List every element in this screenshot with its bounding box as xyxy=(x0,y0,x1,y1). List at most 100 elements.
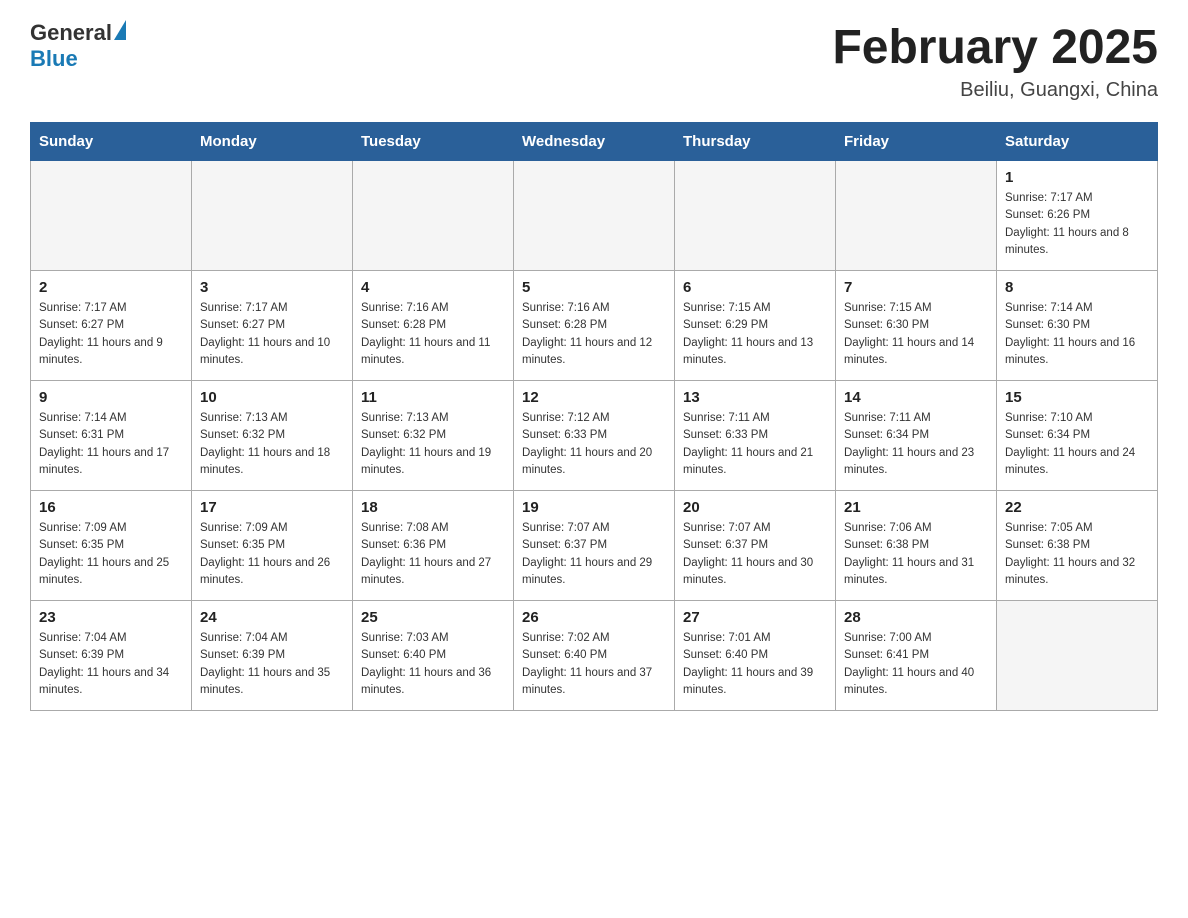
logo-triangle-icon xyxy=(114,20,126,40)
day-info: Sunrise: 7:09 AMSunset: 6:35 PMDaylight:… xyxy=(200,520,344,589)
day-info: Sunrise: 7:11 AMSunset: 6:33 PMDaylight:… xyxy=(683,410,827,479)
weekday-header-sunday: Sunday xyxy=(31,123,192,161)
day-number: 11 xyxy=(361,389,505,406)
weekday-header-monday: Monday xyxy=(192,123,353,161)
calendar-cell: 20 Sunrise: 7:07 AMSunset: 6:37 PMDayligh… xyxy=(675,491,836,601)
day-info: Sunrise: 7:09 AMSunset: 6:35 PMDaylight:… xyxy=(39,520,183,589)
calendar-cell: 26 Sunrise: 7:02 AMSunset: 6:40 PMDayligh… xyxy=(514,601,675,711)
day-info: Sunrise: 7:16 AMSunset: 6:28 PMDaylight:… xyxy=(522,300,666,369)
calendar-cell: 11 Sunrise: 7:13 AMSunset: 6:32 PMDayligh… xyxy=(353,381,514,491)
day-info: Sunrise: 7:17 AMSunset: 6:26 PMDaylight:… xyxy=(1005,190,1149,259)
day-info: Sunrise: 7:02 AMSunset: 6:40 PMDaylight:… xyxy=(522,630,666,699)
page-header: General Blue February 2025 Beiliu, Guang… xyxy=(30,20,1158,102)
day-number: 3 xyxy=(200,279,344,296)
calendar-cell: 13Sunrise: 7:11 AMSunset: 6:33 PMDayligh… xyxy=(675,381,836,491)
calendar-cell: 18 Sunrise: 7:08 AMSunset: 6:36 PMDayligh… xyxy=(353,491,514,601)
calendar-cell xyxy=(353,161,514,271)
day-number: 17 xyxy=(200,499,344,516)
calendar-cell xyxy=(997,601,1158,711)
weekday-header-friday: Friday xyxy=(836,123,997,161)
calendar-cell: 27Sunrise: 7:01 AMSunset: 6:40 PMDayligh… xyxy=(675,601,836,711)
weekday-header-tuesday: Tuesday xyxy=(353,123,514,161)
day-number: 5 xyxy=(522,279,666,296)
day-number: 8 xyxy=(1005,279,1149,296)
logo: General Blue xyxy=(30,20,126,72)
calendar-cell: 25 Sunrise: 7:03 AMSunset: 6:40 PMDayligh… xyxy=(353,601,514,711)
calendar-cell: 10Sunrise: 7:13 AMSunset: 6:32 PMDayligh… xyxy=(192,381,353,491)
weekday-header-wednesday: Wednesday xyxy=(514,123,675,161)
day-number: 20 xyxy=(683,499,827,516)
calendar-cell: 6 Sunrise: 7:15 AMSunset: 6:29 PMDaylight… xyxy=(675,271,836,381)
day-number: 7 xyxy=(844,279,988,296)
calendar-cell: 12Sunrise: 7:12 AMSunset: 6:33 PMDayligh… xyxy=(514,381,675,491)
calendar-header: SundayMondayTuesdayWednesdayThursdayFrid… xyxy=(31,123,1158,161)
day-number: 26 xyxy=(522,609,666,626)
day-number: 16 xyxy=(39,499,183,516)
calendar-cell: 1 Sunrise: 7:17 AMSunset: 6:26 PMDaylight… xyxy=(997,161,1158,271)
calendar-week-4: 16 Sunrise: 7:09 AMSunset: 6:35 PMDayligh… xyxy=(31,491,1158,601)
calendar-cell: 7Sunrise: 7:15 AMSunset: 6:30 PMDaylight… xyxy=(836,271,997,381)
calendar-cell: 24 Sunrise: 7:04 AMSunset: 6:39 PMDayligh… xyxy=(192,601,353,711)
day-info: Sunrise: 7:11 AMSunset: 6:34 PMDaylight:… xyxy=(844,410,988,479)
weekday-header-row: SundayMondayTuesdayWednesdayThursdayFrid… xyxy=(31,123,1158,161)
day-info: Sunrise: 7:13 AMSunset: 6:32 PMDaylight:… xyxy=(361,410,505,479)
day-number: 10 xyxy=(200,389,344,406)
day-info: Sunrise: 7:17 AMSunset: 6:27 PMDaylight:… xyxy=(200,300,344,369)
calendar-cell xyxy=(192,161,353,271)
day-number: 19 xyxy=(522,499,666,516)
day-number: 28 xyxy=(844,609,988,626)
day-number: 12 xyxy=(522,389,666,406)
calendar-cell xyxy=(514,161,675,271)
calendar-cell: 2 Sunrise: 7:17 AMSunset: 6:27 PMDaylight… xyxy=(31,271,192,381)
day-info: Sunrise: 7:07 AMSunset: 6:37 PMDaylight:… xyxy=(683,520,827,589)
day-info: Sunrise: 7:05 AMSunset: 6:38 PMDaylight:… xyxy=(1005,520,1149,589)
calendar-cell xyxy=(31,161,192,271)
logo-blue-text: Blue xyxy=(30,46,126,72)
calendar-cell: 15Sunrise: 7:10 AMSunset: 6:34 PMDayligh… xyxy=(997,381,1158,491)
calendar-cell: 9 Sunrise: 7:14 AMSunset: 6:31 PMDaylight… xyxy=(31,381,192,491)
title-block: February 2025 Beiliu, Guangxi, China xyxy=(832,20,1158,102)
calendar-cell: 8 Sunrise: 7:14 AMSunset: 6:30 PMDaylight… xyxy=(997,271,1158,381)
calendar-cell: 23 Sunrise: 7:04 AMSunset: 6:39 PMDayligh… xyxy=(31,601,192,711)
calendar-cell: 4 Sunrise: 7:16 AMSunset: 6:28 PMDaylight… xyxy=(353,271,514,381)
day-info: Sunrise: 7:16 AMSunset: 6:28 PMDaylight:… xyxy=(361,300,505,369)
calendar-subtitle: Beiliu, Guangxi, China xyxy=(832,79,1158,102)
day-number: 9 xyxy=(39,389,183,406)
calendar-week-3: 9 Sunrise: 7:14 AMSunset: 6:31 PMDaylight… xyxy=(31,381,1158,491)
calendar-body: 1 Sunrise: 7:17 AMSunset: 6:26 PMDaylight… xyxy=(31,161,1158,711)
day-info: Sunrise: 7:14 AMSunset: 6:31 PMDaylight:… xyxy=(39,410,183,479)
day-info: Sunrise: 7:04 AMSunset: 6:39 PMDaylight:… xyxy=(39,630,183,699)
day-info: Sunrise: 7:07 AMSunset: 6:37 PMDaylight:… xyxy=(522,520,666,589)
day-info: Sunrise: 7:15 AMSunset: 6:29 PMDaylight:… xyxy=(683,300,827,369)
calendar-cell xyxy=(675,161,836,271)
calendar-week-2: 2 Sunrise: 7:17 AMSunset: 6:27 PMDaylight… xyxy=(31,271,1158,381)
day-number: 4 xyxy=(361,279,505,296)
day-number: 27 xyxy=(683,609,827,626)
day-number: 22 xyxy=(1005,499,1149,516)
day-number: 2 xyxy=(39,279,183,296)
calendar-title: February 2025 xyxy=(832,20,1158,75)
calendar-table: SundayMondayTuesdayWednesdayThursdayFrid… xyxy=(30,122,1158,711)
day-info: Sunrise: 7:04 AMSunset: 6:39 PMDaylight:… xyxy=(200,630,344,699)
weekday-header-saturday: Saturday xyxy=(997,123,1158,161)
calendar-cell: 17 Sunrise: 7:09 AMSunset: 6:35 PMDayligh… xyxy=(192,491,353,601)
calendar-cell: 22 Sunrise: 7:05 AMSunset: 6:38 PMDayligh… xyxy=(997,491,1158,601)
calendar-cell: 3 Sunrise: 7:17 AMSunset: 6:27 PMDaylight… xyxy=(192,271,353,381)
day-info: Sunrise: 7:00 AMSunset: 6:41 PMDaylight:… xyxy=(844,630,988,699)
day-number: 24 xyxy=(200,609,344,626)
day-info: Sunrise: 7:14 AMSunset: 6:30 PMDaylight:… xyxy=(1005,300,1149,369)
day-number: 1 xyxy=(1005,169,1149,186)
calendar-cell: 16 Sunrise: 7:09 AMSunset: 6:35 PMDayligh… xyxy=(31,491,192,601)
day-info: Sunrise: 7:17 AMSunset: 6:27 PMDaylight:… xyxy=(39,300,183,369)
day-number: 6 xyxy=(683,279,827,296)
calendar-cell: 21Sunrise: 7:06 AMSunset: 6:38 PMDayligh… xyxy=(836,491,997,601)
calendar-cell: 28 Sunrise: 7:00 AMSunset: 6:41 PMDayligh… xyxy=(836,601,997,711)
day-number: 15 xyxy=(1005,389,1149,406)
day-number: 23 xyxy=(39,609,183,626)
day-number: 25 xyxy=(361,609,505,626)
day-info: Sunrise: 7:03 AMSunset: 6:40 PMDaylight:… xyxy=(361,630,505,699)
calendar-week-1: 1 Sunrise: 7:17 AMSunset: 6:26 PMDaylight… xyxy=(31,161,1158,271)
day-info: Sunrise: 7:08 AMSunset: 6:36 PMDaylight:… xyxy=(361,520,505,589)
day-number: 21 xyxy=(844,499,988,516)
day-number: 18 xyxy=(361,499,505,516)
